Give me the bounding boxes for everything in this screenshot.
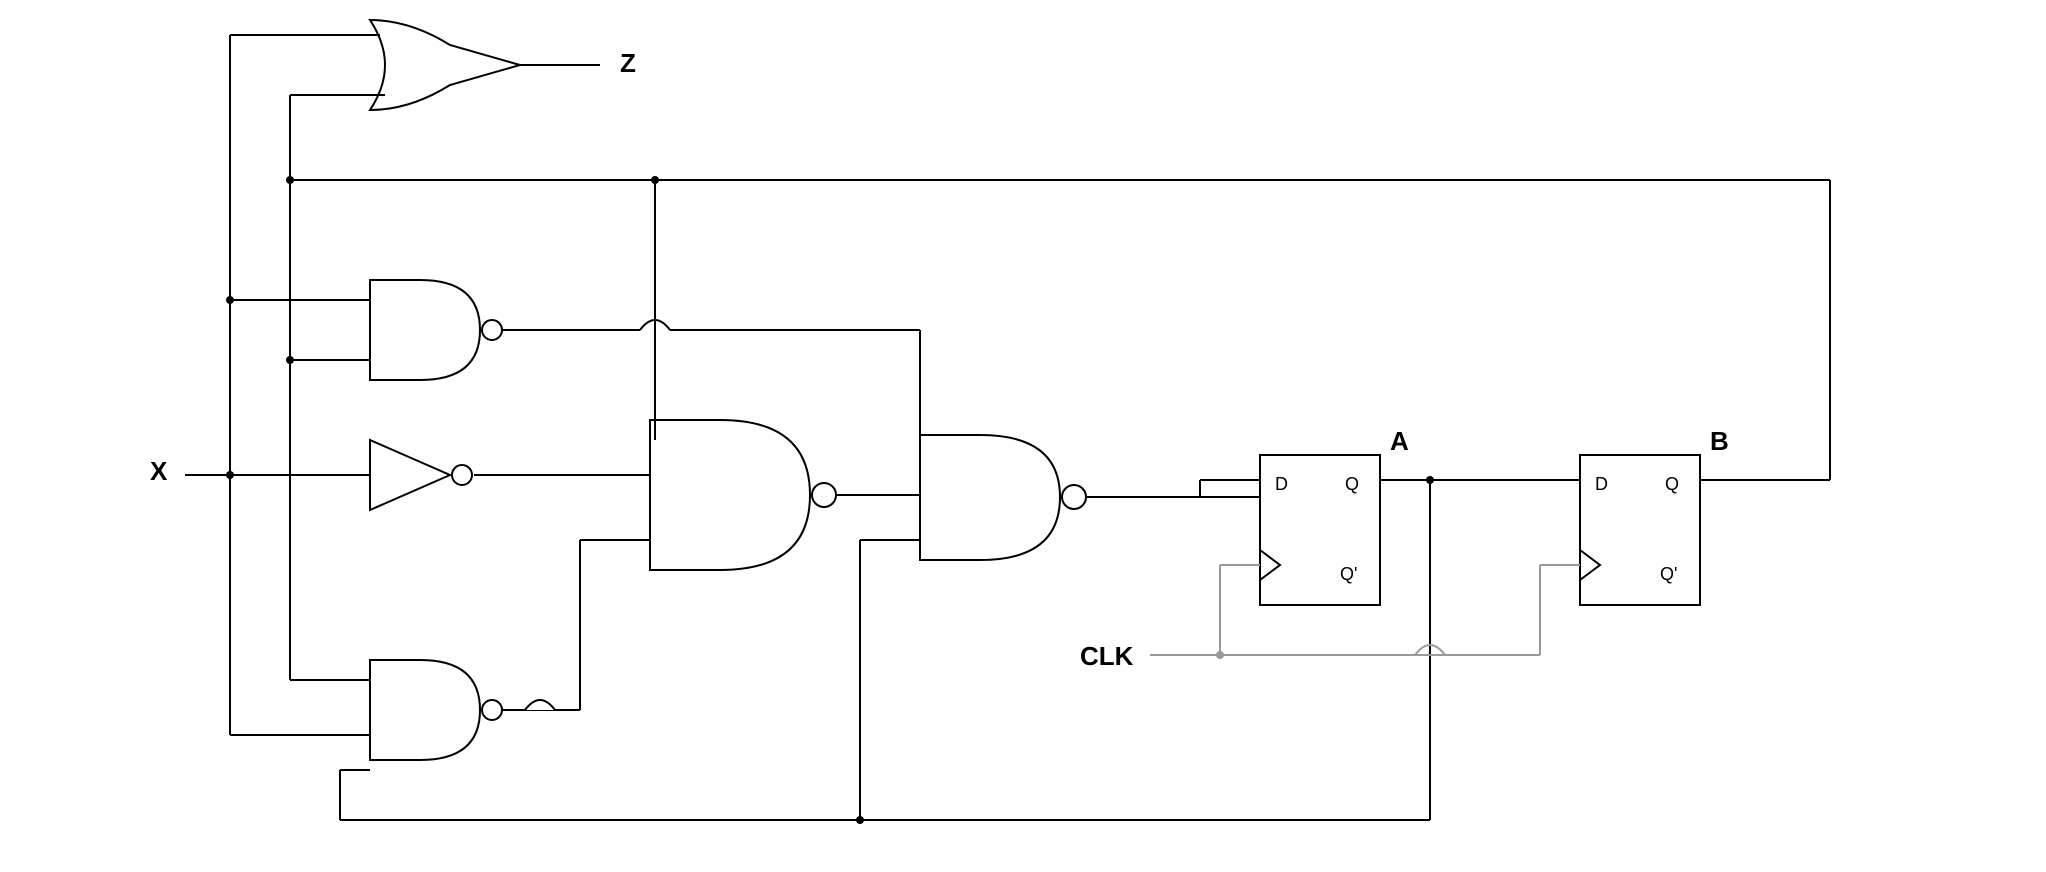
flipflop-b: D Q Q' B xyxy=(1580,426,1729,605)
nand-gate-4 xyxy=(920,435,1086,560)
label-z: Z xyxy=(620,48,636,78)
label-clk: CLK xyxy=(1080,641,1134,671)
nand-gate-2 xyxy=(370,660,502,760)
or-gate-z: Z xyxy=(370,20,636,110)
label-x: X xyxy=(150,456,168,486)
junction xyxy=(1216,651,1224,659)
ff-b-q-label: Q xyxy=(1665,474,1679,494)
junction xyxy=(226,471,234,479)
flipflop-a: D Q Q' A xyxy=(1260,426,1409,605)
ff-a-d-label: D xyxy=(1275,474,1288,494)
ff-a-q-label: Q xyxy=(1345,474,1359,494)
junction xyxy=(286,176,294,184)
junction xyxy=(856,816,864,824)
junction xyxy=(651,176,659,184)
ff-b-qn-label: Q' xyxy=(1660,564,1677,584)
ff-a-qn-label: Q' xyxy=(1340,564,1357,584)
wire-hop-2 xyxy=(525,700,555,710)
junction xyxy=(286,356,294,364)
not-gate xyxy=(370,440,472,510)
circuit-diagram: Z X D Q Q' A D Q Q' B xyxy=(0,0,2046,872)
label-b: B xyxy=(1710,426,1729,456)
nand-gate-3 xyxy=(650,420,836,570)
nand-gate-1 xyxy=(370,280,502,380)
ff-b-d-label: D xyxy=(1595,474,1608,494)
junction xyxy=(1426,476,1434,484)
label-a: A xyxy=(1390,426,1409,456)
junction xyxy=(226,296,234,304)
